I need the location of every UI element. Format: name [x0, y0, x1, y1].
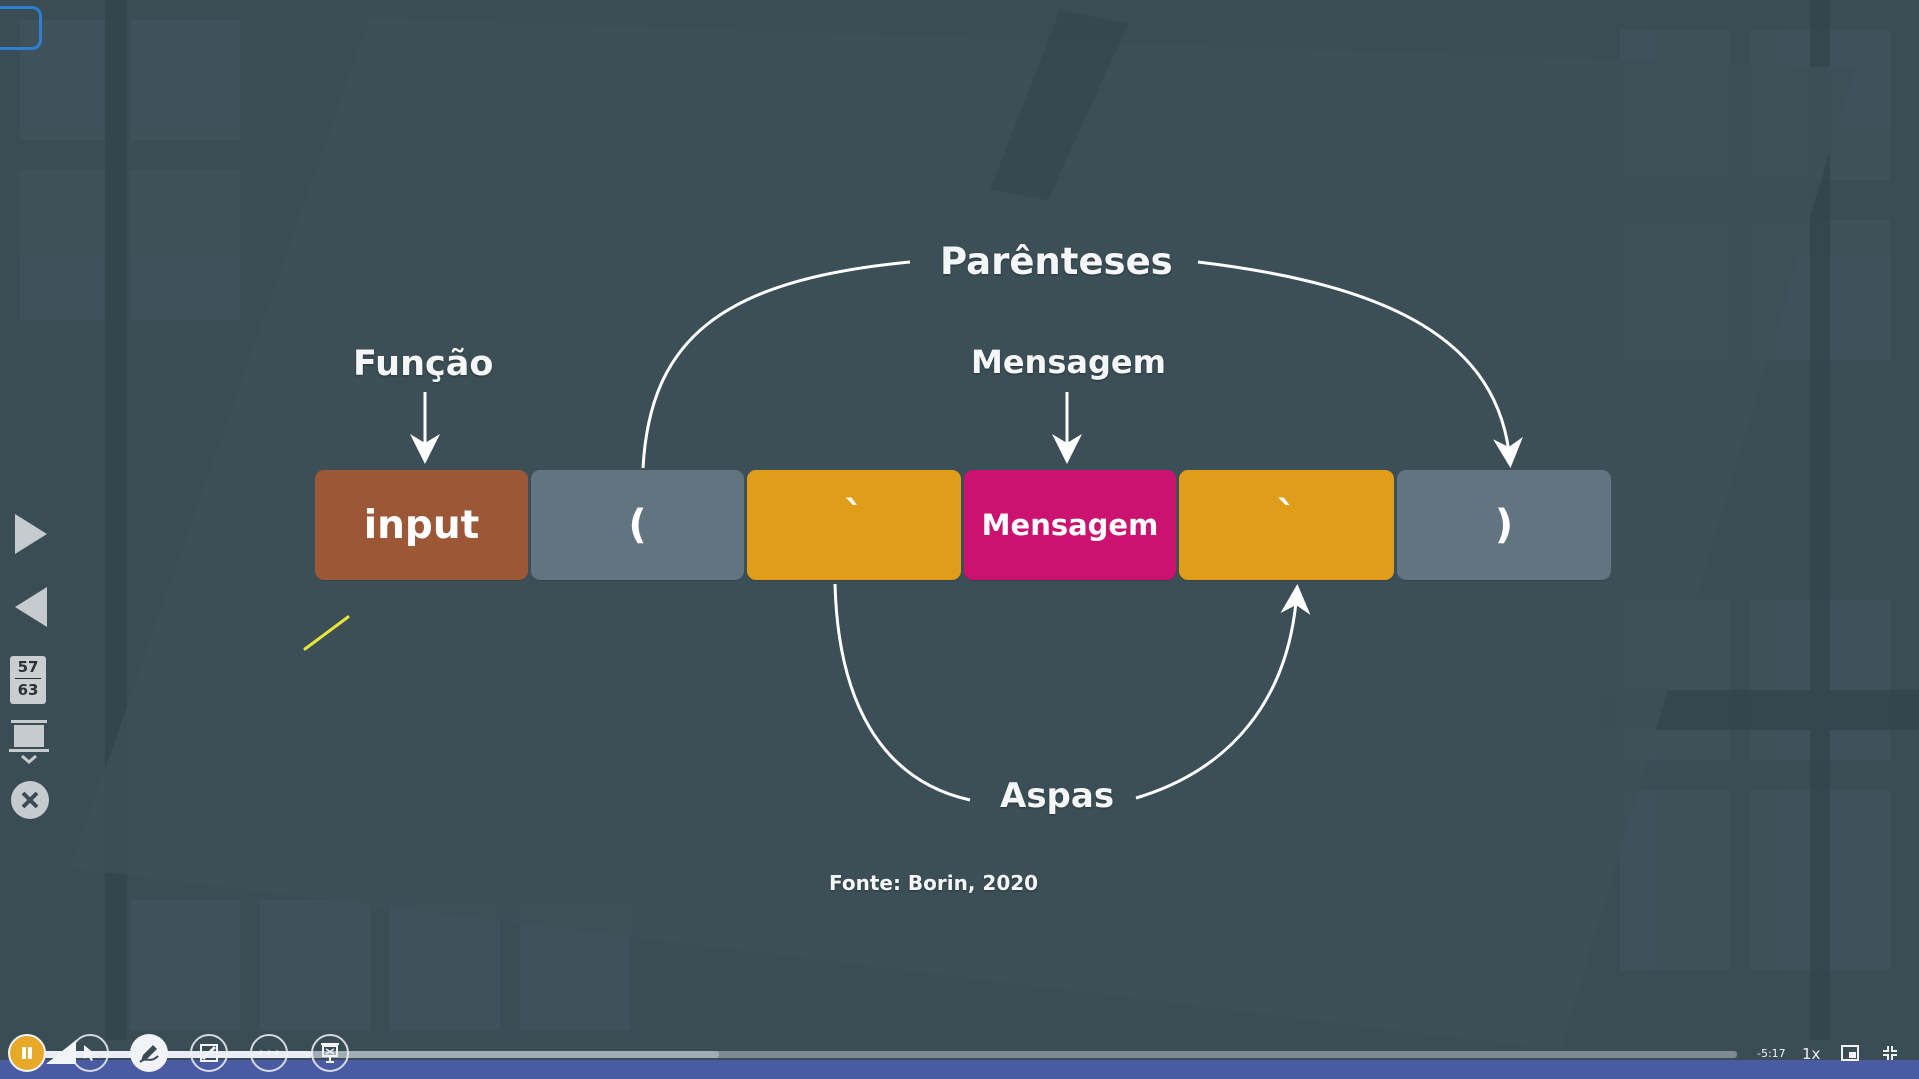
- label-aspas: Aspas: [1000, 776, 1115, 816]
- tile-text: ): [1494, 502, 1514, 548]
- more-options-button[interactable]: [250, 1034, 288, 1072]
- cursor-icon: [84, 1045, 95, 1061]
- playback-speed-button[interactable]: 1x: [1802, 1045, 1820, 1063]
- next-slide-button[interactable]: [12, 512, 50, 556]
- pen-tool-button[interactable]: [130, 1034, 168, 1072]
- tile-text: Mensagem: [981, 508, 1159, 542]
- picture-in-picture-button[interactable]: [1840, 1044, 1860, 1062]
- seek-bar[interactable]: [40, 1051, 1737, 1058]
- pen-annotation-stroke: [303, 615, 350, 651]
- tile-function-input: input: [315, 470, 528, 580]
- more-icon: [258, 1050, 280, 1056]
- presentation-icon: [321, 1043, 339, 1063]
- tile-text: input: [363, 502, 480, 548]
- play-next-icon: [15, 514, 47, 554]
- pen-icon: [139, 1045, 159, 1063]
- previous-slide-button[interactable]: [12, 585, 50, 629]
- source-caption: Fonte: Borin, 2020: [829, 871, 1039, 895]
- tile-open-quote: `: [747, 470, 961, 580]
- player-bottom-strip: [0, 1060, 1919, 1079]
- play-prev-icon: [15, 587, 47, 627]
- tile-text: `: [844, 494, 864, 540]
- tile-message: Mensagem: [964, 470, 1176, 580]
- presenter-icon: [9, 720, 49, 764]
- tile-close-parenthesis: ): [1397, 470, 1611, 580]
- label-mensagem: Mensagem: [971, 343, 1166, 381]
- pip-icon: [1841, 1045, 1859, 1061]
- close-icon: [11, 781, 49, 819]
- collapse-icon: [1883, 1046, 1897, 1060]
- slide-canvas: Parênteses Função Mensagem Aspas Fonte: …: [0, 0, 1919, 1079]
- pause-button[interactable]: [8, 1034, 46, 1072]
- presenter-view-button[interactable]: [8, 718, 50, 766]
- time-remaining: -5:17: [1757, 1047, 1786, 1060]
- label-parenteses: Parênteses: [940, 240, 1173, 283]
- eraser-icon: [200, 1044, 218, 1062]
- eraser-tool-button[interactable]: [190, 1034, 228, 1072]
- label-funcao: Função: [353, 344, 494, 384]
- current-slide-number: 57: [17, 658, 39, 676]
- exit-fullscreen-button[interactable]: [1880, 1044, 1900, 1062]
- total-slides-number: 63: [17, 681, 39, 699]
- slide-counter[interactable]: 57 63: [10, 656, 46, 704]
- tile-text: (: [628, 502, 647, 548]
- tile-open-parenthesis: (: [531, 470, 744, 580]
- tile-text: `: [1276, 494, 1297, 540]
- pause-icon: [22, 1047, 32, 1059]
- tile-close-quote: `: [1179, 470, 1394, 580]
- pointer-tool-button[interactable]: [71, 1034, 109, 1072]
- presentation-mode-button[interactable]: [311, 1034, 349, 1072]
- close-presentation-button[interactable]: [10, 780, 50, 820]
